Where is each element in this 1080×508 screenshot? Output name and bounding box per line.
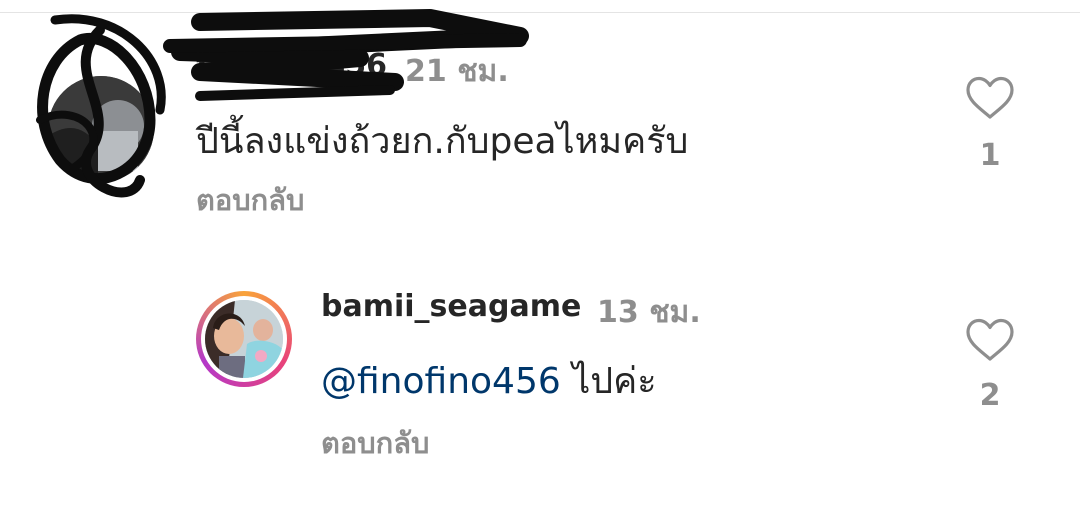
- reply-body: ไปค่ะ: [560, 361, 657, 402]
- mention-link[interactable]: @finofino456: [321, 361, 561, 402]
- comment-text: ปีนี้ลงแข่งถ้วยก.กับpeaไหมครับ: [196, 121, 689, 162]
- reply-text: @finofino456 ไปค่ะ: [321, 352, 657, 409]
- heart-outline-icon[interactable]: [965, 76, 1015, 120]
- reply-timestamp: 13 ชม.: [597, 295, 701, 330]
- heart-outline-icon[interactable]: [965, 318, 1015, 362]
- like-count: 1: [979, 138, 1001, 173]
- reply-username[interactable]: bamii_seagame: [321, 289, 581, 324]
- reply-button[interactable]: ตอบกลับ: [321, 420, 429, 466]
- story-avatar[interactable]: [196, 291, 292, 387]
- avatar-photo: [205, 300, 283, 378]
- reply-button[interactable]: ตอบกลับ: [196, 177, 304, 223]
- like-count: 2: [979, 378, 1001, 413]
